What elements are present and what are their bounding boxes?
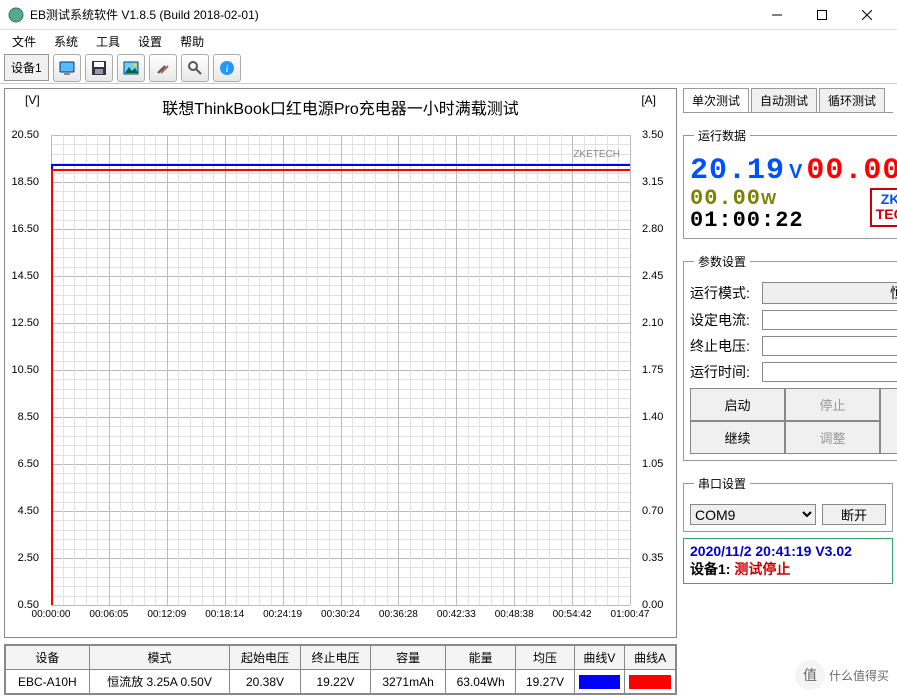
readout-current: 00.00: [806, 156, 897, 186]
device-tab[interactable]: 设备1: [4, 54, 49, 81]
com-port-select[interactable]: COM9: [690, 504, 816, 525]
close-button[interactable]: [844, 0, 889, 30]
cell-avg-v: 19.27V: [516, 670, 574, 694]
tools-icon[interactable]: [149, 54, 177, 82]
y-axis-right-label: [A]: [641, 93, 656, 107]
start-button[interactable]: 启动: [690, 388, 785, 421]
minimize-button[interactable]: [754, 0, 799, 30]
x-ticks: 00:00:0000:06:0500:12:0900:18:1400:24:19…: [51, 609, 630, 625]
current-input[interactable]: [762, 310, 897, 330]
y-ticks-right: 3.503.152.802.452.101.751.401.050.700.35…: [640, 135, 670, 605]
monitor-icon[interactable]: [53, 54, 81, 82]
stop-button[interactable]: 停止: [785, 388, 880, 421]
chart: [V] [A] 联想ThinkBook口红电源Pro充电器一小时满载测试 20.…: [4, 88, 677, 638]
continue-button[interactable]: 继续: [690, 421, 785, 454]
menubar: 文件 系统 工具 设置 帮助: [0, 30, 897, 52]
info-icon[interactable]: i: [213, 54, 241, 82]
cell-start-v: 20.38V: [230, 670, 300, 694]
runtime-input[interactable]: [762, 362, 897, 382]
mode-label: 运行模式:: [690, 283, 762, 303]
chart-title: 联想ThinkBook口红电源Pro充电器一小时满载测试: [11, 95, 670, 119]
y-axis-left-label: [V]: [25, 93, 40, 107]
readout-voltage: 20.19: [690, 156, 785, 186]
cell-curve-v: [574, 670, 625, 694]
current-label: 设定电流:: [690, 310, 762, 330]
monitor-button[interactable]: 监测: [880, 388, 897, 454]
cutoff-input[interactable]: [762, 336, 897, 356]
maximize-button[interactable]: [799, 0, 844, 30]
status-text: 测试停止: [734, 561, 790, 577]
cell-device: EBC-A10H: [6, 670, 90, 694]
readout-title: 运行数据: [694, 127, 750, 144]
menu-tools[interactable]: 工具: [88, 31, 128, 52]
adjust-button[interactable]: 调整: [785, 421, 880, 454]
status-box: 2020/11/2 20:41:19 V3.02 设备1: 测试停止: [683, 538, 893, 584]
cell-end-v: 19.22V: [300, 670, 370, 694]
logo: ZKE TECH: [870, 188, 897, 227]
status-timestamp: 2020/11/2 20:41:19 V3.02: [690, 543, 886, 559]
runtime-label: 运行时间:: [690, 362, 762, 382]
cell-curve-a: [625, 670, 676, 694]
y-ticks-left: 20.5018.5016.5014.5012.5010.508.506.504.…: [11, 135, 41, 605]
tab-auto-test[interactable]: 自动测试: [751, 88, 817, 112]
params-group: 参数设置 运行模式: 恒流放 设定电流: A 终止电压: V 运行时间: 分: [683, 253, 897, 461]
image-icon[interactable]: [117, 54, 145, 82]
tab-loop-test[interactable]: 循环测试: [819, 88, 885, 112]
titlebar: EB测试系统软件 V1.8.5 (Build 2018-02-01): [0, 0, 897, 30]
app-icon: [8, 7, 24, 23]
watermark: 值 什么值得买: [795, 660, 889, 690]
save-icon[interactable]: [85, 54, 113, 82]
tab-single-test[interactable]: 单次测试: [683, 88, 749, 112]
chart-brand: ZKETECH: [573, 149, 620, 160]
svg-text:i: i: [225, 63, 228, 75]
menu-settings[interactable]: 设置: [130, 31, 170, 52]
menu-file[interactable]: 文件: [4, 31, 44, 52]
menu-system[interactable]: 系统: [46, 31, 86, 52]
cell-mode: 恒流放 3.25A 0.50V: [89, 670, 230, 694]
menu-help[interactable]: 帮助: [172, 31, 212, 52]
cell-capacity: 3271mAh: [371, 670, 446, 694]
cutoff-label: 终止电压:: [690, 336, 762, 356]
mode-select[interactable]: 恒流放: [762, 282, 897, 304]
serial-group: 串口设置 COM9 断开: [683, 475, 893, 532]
readout-group: 运行数据 20.19V 00.00A 00.00W 01:00:22 ZKE T…: [683, 127, 897, 239]
toolbar: 设备1 i: [0, 52, 897, 84]
readout-time: 01:00:22: [690, 208, 804, 233]
result-table: 设备模式起始电压终止电压容量能量均压曲线V曲线A EBC-A10H 恒流放 3.…: [4, 644, 677, 695]
window-title: EB测试系统软件 V1.8.5 (Build 2018-02-01): [30, 6, 754, 23]
search-icon[interactable]: [181, 54, 209, 82]
disconnect-button[interactable]: 断开: [822, 504, 886, 525]
right-tabs: 单次测试 自动测试 循环测试: [683, 88, 893, 113]
plot-area: ZKETECH: [51, 135, 630, 605]
cell-energy: 63.04Wh: [445, 670, 516, 694]
